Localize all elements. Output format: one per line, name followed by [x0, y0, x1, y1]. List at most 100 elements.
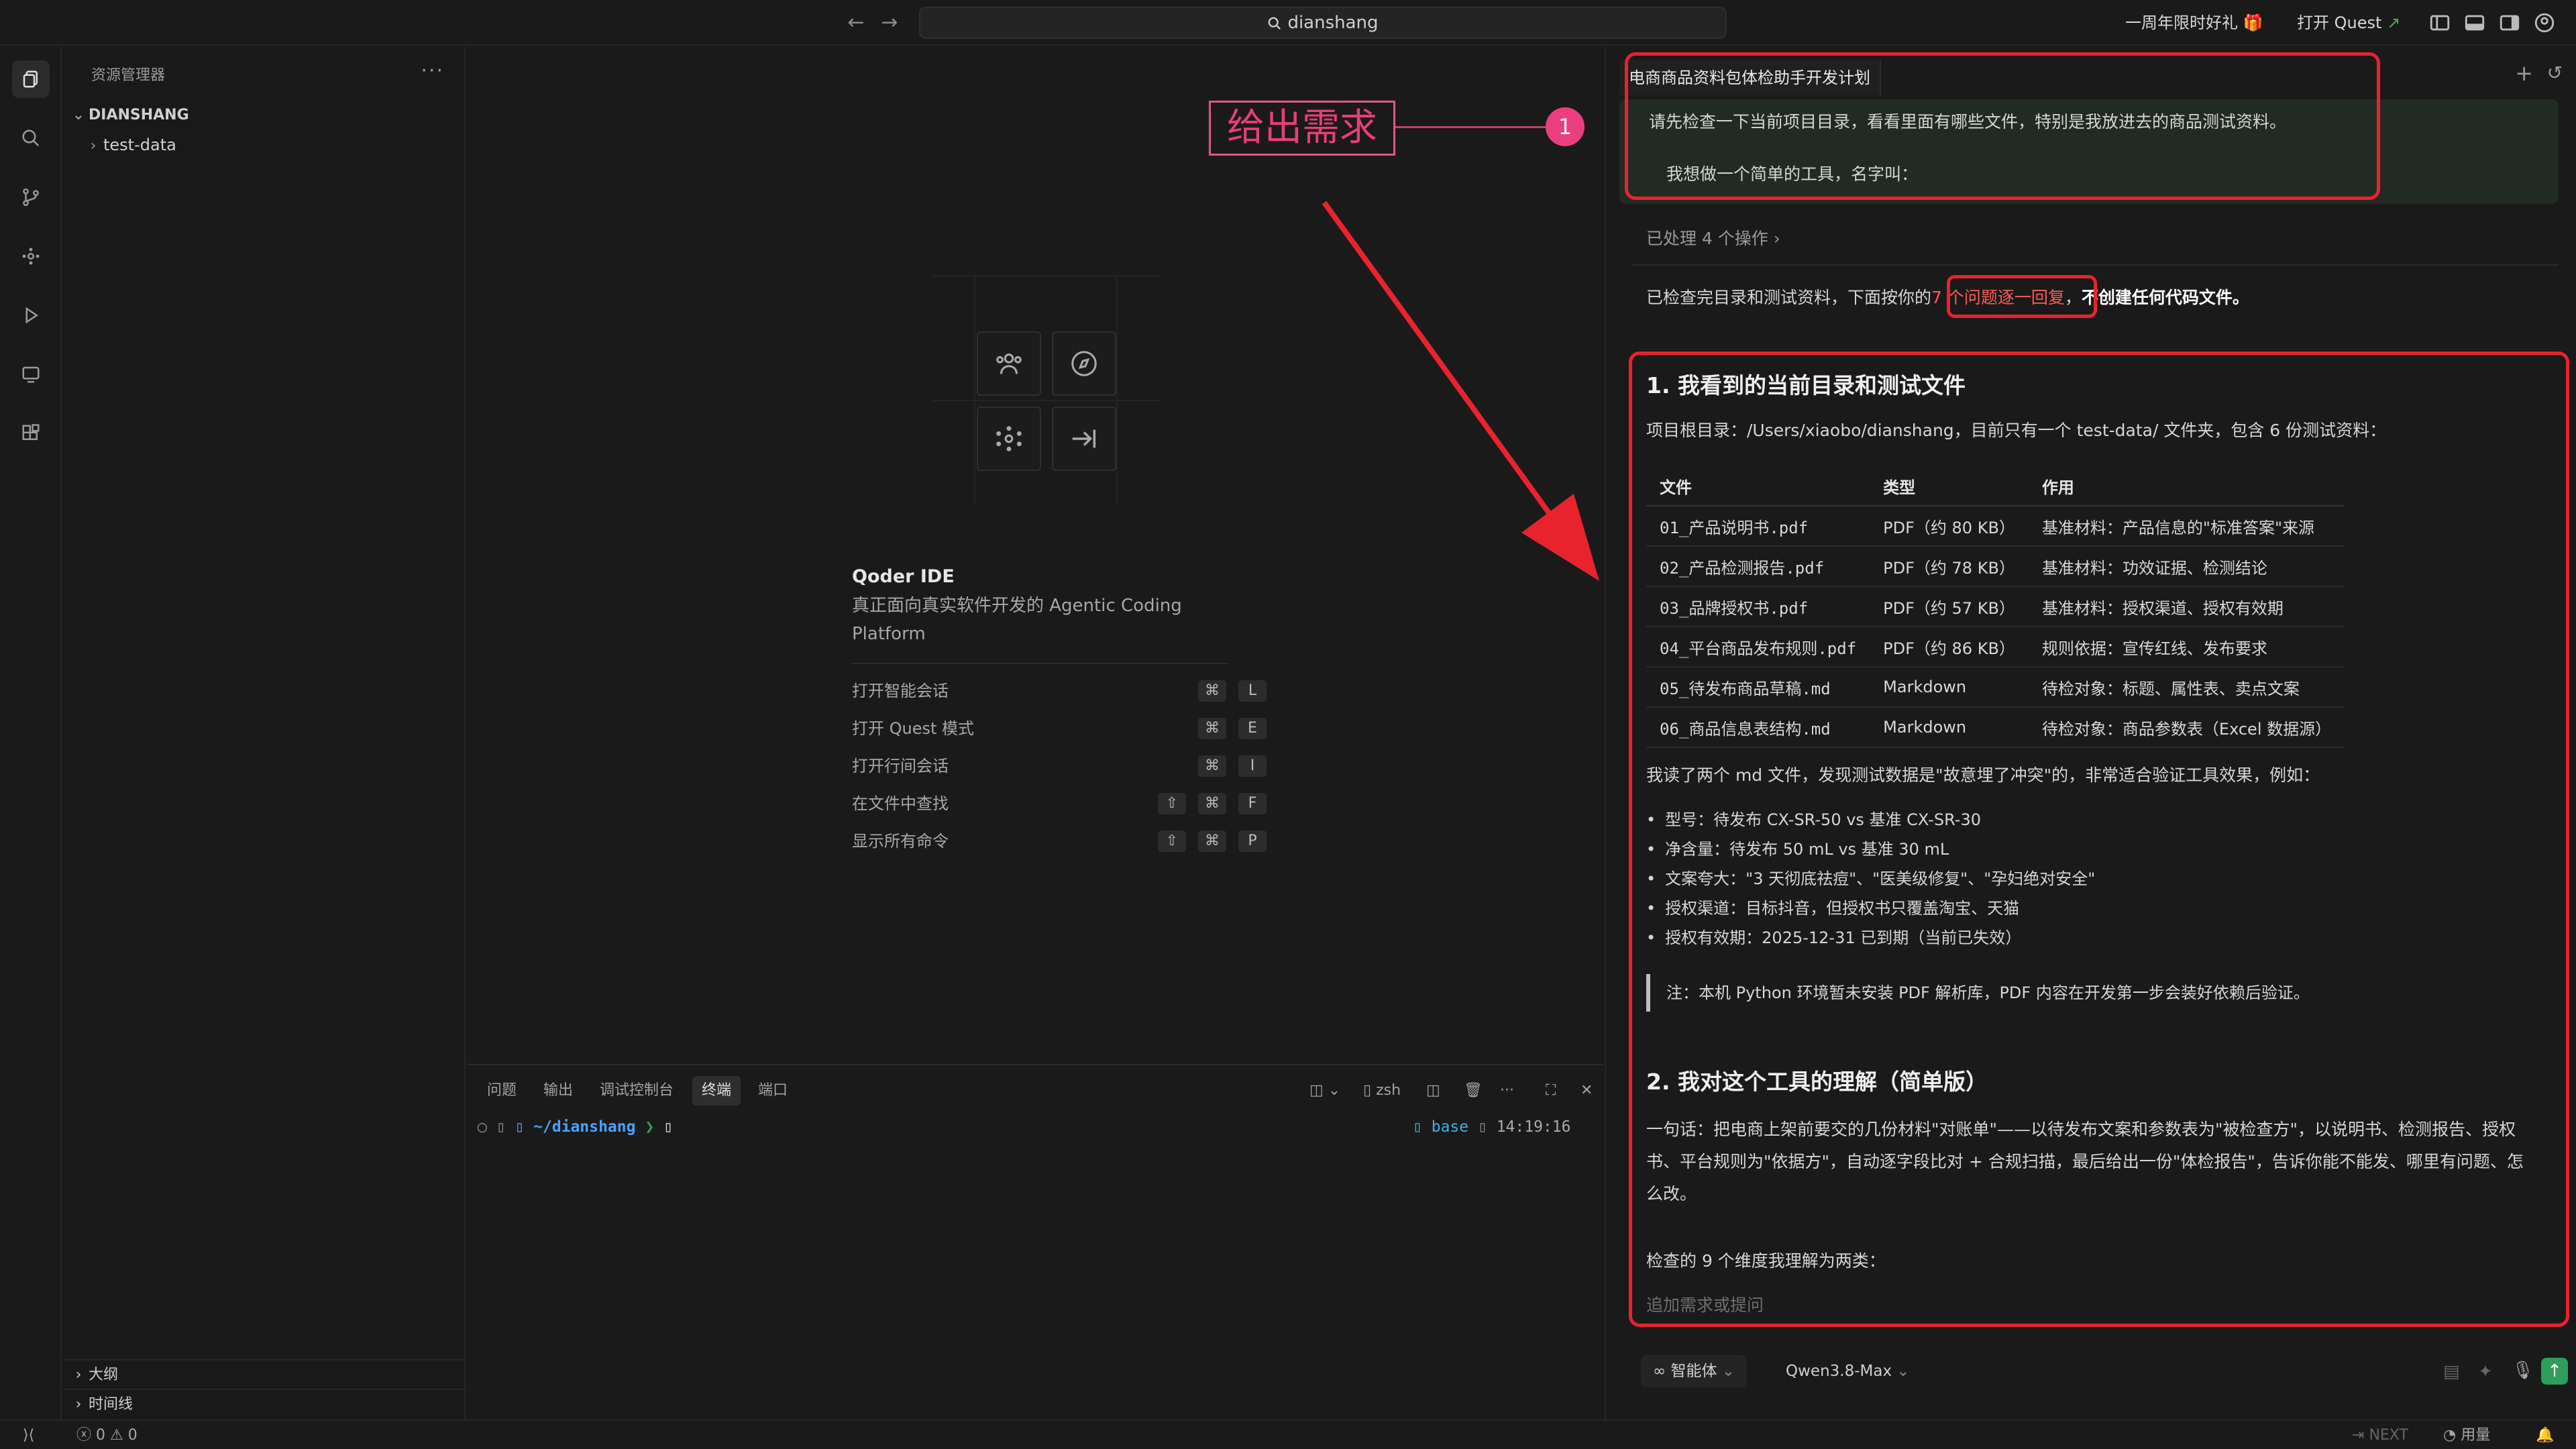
open-quest-button[interactable]: 打开 Quest ↗ [2289, 8, 2408, 38]
explorer-icon[interactable] [12, 60, 50, 98]
timeline-section[interactable]: › 时间线 [63, 1389, 464, 1418]
shortcut-open-quest[interactable]: 打开 Quest 模式 ⌘ E [852, 715, 1267, 742]
file-type: PDF（约 80 KB） [1870, 506, 2029, 547]
forward-arrow-icon[interactable]: → [876, 9, 903, 36]
chat-input[interactable]: 追加需求或提问 [1646, 1292, 1764, 1316]
file-purpose: 规则依据：宣传红线、发布要求 [2028, 627, 2345, 667]
search-icon[interactable] [12, 119, 50, 157]
prompt-symbol: ❯ [645, 1118, 655, 1136]
trash-icon[interactable]: 🗑 [1464, 1080, 1483, 1102]
explorer-sidebar: 资源管理器 ··· ⌄ DIANSHANG › test-data › 大纲 › 时间线 [63, 47, 466, 1419]
bottom-panel: 问题 输出 调试控制台 终端 端口 ◫ ⌄ ▯ zsh ◫ 🗑 ··· ⛶ ✕ … [467, 1064, 1603, 1419]
microphone-icon[interactable]: 🎙 [2512, 1360, 2534, 1381]
warning-icon: ⚠ [110, 1427, 123, 1444]
section-heading: 1. 我看到的当前目录和测试文件 [1646, 372, 1966, 398]
divider [852, 663, 1228, 664]
shortcut-show-commands[interactable]: 显示所有命令 ⇧ ⌘ P [852, 828, 1267, 855]
list-item: 文案夸大："3 天彻底祛痘"、"医美级修复"、"孕妇绝对安全" [1646, 864, 2095, 894]
file-type: Markdown [1870, 707, 2029, 748]
send-button[interactable]: ↑ [2541, 1358, 2568, 1385]
file-name: 02_产品检测报告.pdf [1646, 546, 1870, 587]
chat-panel: 电商商品资料包体检助手开发计划 + ↺ 请先检查一下当前项目目录，看看里面有哪些… [1605, 47, 2576, 1419]
chevron-right-icon: › [1773, 229, 1780, 248]
key-cap: ⌘ [1198, 680, 1226, 702]
key-cap: ⇧ [1158, 830, 1186, 852]
mode-selector[interactable]: ∞ 智能体 ⌄ [1641, 1355, 1748, 1387]
file-purpose: 基准材料：功效证据、检测结论 [2028, 546, 2345, 587]
terminal-instance[interactable]: ▯ zsh [1363, 1080, 1401, 1102]
extensions-icon[interactable] [12, 237, 50, 275]
toggle-panel-icon[interactable] [2463, 11, 2486, 34]
network-icon[interactable] [977, 407, 1041, 471]
file-name: 03_品牌授权书.pdf [1646, 586, 1870, 627]
note-blockquote: 注：本机 Python 环境暂未安装 PDF 解析库，PDF 内容在开发第一步会… [1646, 974, 2310, 1012]
list-item: 授权有效期：2025-12-31 已到期（当前已失效） [1646, 923, 2095, 953]
remote-icon[interactable]: ⟩⟨ [23, 1421, 34, 1449]
terminal-prompt[interactable]: ◯ ▯ ▯ ~/dianshang ❯ ▯ [478, 1115, 673, 1139]
usage-icon: ◔ [2443, 1427, 2457, 1444]
toggle-sidebar-icon[interactable] [2428, 11, 2451, 34]
python-icon: ▯ [1413, 1118, 1422, 1136]
back-arrow-icon[interactable]: ← [843, 9, 869, 36]
conflict-list: 型号：待发布 CX-SR-50 vs 基准 CX-SR-30 净含量：待发布 5… [1646, 805, 2095, 953]
account-icon[interactable] [2533, 11, 2556, 34]
section2-paragraph: 一句话：把电商上架前要交的几份材料"对账单"——以待发布文案和参数表为"被检查方… [1646, 1120, 2524, 1203]
more-actions-icon[interactable]: ··· [421, 59, 444, 83]
file-name: 01_产品说明书.pdf [1646, 506, 1870, 547]
folder-icon: ▯ [515, 1118, 525, 1136]
key-cap: ⇧ [1158, 793, 1186, 814]
file-type: PDF（约 78 KB） [1870, 546, 2029, 587]
promo-button[interactable]: 一周年限时好礼 🎁 [2117, 8, 2271, 38]
notifications-icon[interactable]: 🔔 [2536, 1421, 2554, 1449]
toggle-secondary-sidebar-icon[interactable] [2498, 11, 2521, 34]
tab-output[interactable]: 输出 [534, 1076, 582, 1106]
tree-item-test-data[interactable]: › test-data [63, 130, 464, 160]
outline-section[interactable]: › 大纲 [63, 1359, 464, 1389]
key-cap: ⌘ [1198, 755, 1226, 777]
model-selector[interactable]: Qwen3.8-Max ⌄ [1774, 1355, 1922, 1387]
attach-icon[interactable]: ▤ [2443, 1362, 2460, 1382]
sparkle-icon[interactable]: ✦ [2478, 1362, 2493, 1382]
table-row: 03_品牌授权书.pdf PDF（约 57 KB） 基准材料：授权渠道、授权有效期 [1646, 586, 2345, 627]
tab-debug-console[interactable]: 调试控制台 [590, 1076, 683, 1106]
key-cap: L [1238, 680, 1267, 702]
section-heading: 2. 我对这个工具的理解（简单版） [1646, 1069, 1988, 1095]
close-icon[interactable]: ✕ [1580, 1080, 1593, 1102]
agents-icon[interactable] [977, 331, 1041, 396]
chevron-right-icon: › [75, 1366, 82, 1383]
infinity-icon: ∞ [1653, 1362, 1666, 1380]
compass-icon[interactable] [1052, 331, 1116, 396]
run-debug-icon[interactable] [12, 297, 50, 334]
file-type: PDF（约 57 KB） [1870, 586, 2029, 627]
extensions-marketplace-icon[interactable] [12, 415, 50, 452]
tab-terminal[interactable]: 终端 [692, 1076, 741, 1106]
title-bar: ← → dianshang 一周年限时好礼 🎁 打开 Quest ↗ [0, 0, 2576, 46]
workspace-root[interactable]: ⌄ DIANSHANG [63, 101, 464, 130]
processed-actions-toggle[interactable]: 已处理 4 个操作 › [1646, 224, 1780, 254]
remote-explorer-icon[interactable] [12, 356, 50, 393]
shortcut-find-in-files[interactable]: 在文件中查找 ⇧ ⌘ F [852, 790, 1267, 817]
file-name: 06_商品信息表结构.md [1646, 707, 1870, 748]
shortcut-open-chat[interactable]: 打开智能会话 ⌘ L [852, 678, 1267, 704]
column-header: 类型 [1870, 467, 2029, 506]
chevron-down-icon: ⌄ [72, 107, 85, 123]
file-purpose: 基准材料：授权渠道、授权有效期 [2028, 586, 2345, 627]
source-control-icon[interactable] [12, 178, 50, 216]
problems-status[interactable]: ⓧ 0 ⚠ 0 [76, 1421, 138, 1449]
new-chat-icon[interactable]: + [2515, 60, 2533, 86]
tab-ports[interactable]: 端口 [749, 1076, 797, 1106]
divider [1633, 264, 2559, 266]
more-icon[interactable]: ··· [1500, 1080, 1514, 1102]
arrow-to-line-icon[interactable] [1052, 407, 1116, 471]
command-center-search[interactable]: dianshang [919, 7, 1727, 39]
usage-status[interactable]: ◔ 用量 [2443, 1421, 2490, 1449]
shortcut-inline-chat[interactable]: 打开行间会话 ⌘ I [852, 753, 1267, 780]
maximize-icon[interactable]: ⛶ [1546, 1080, 1556, 1102]
search-text: dianshang [1287, 13, 1379, 33]
split-layout-icon[interactable]: ◫ ⌄ [1309, 1080, 1340, 1102]
split-terminal-icon[interactable]: ◫ [1426, 1080, 1440, 1102]
next-status[interactable]: ⇥ NEXT [2352, 1421, 2408, 1449]
tab-problems[interactable]: 问题 [478, 1076, 526, 1106]
history-icon[interactable]: ↺ [2547, 62, 2563, 84]
list-item: 授权渠道：目标抖音，但授权书只覆盖淘宝、天猫 [1646, 894, 2095, 923]
